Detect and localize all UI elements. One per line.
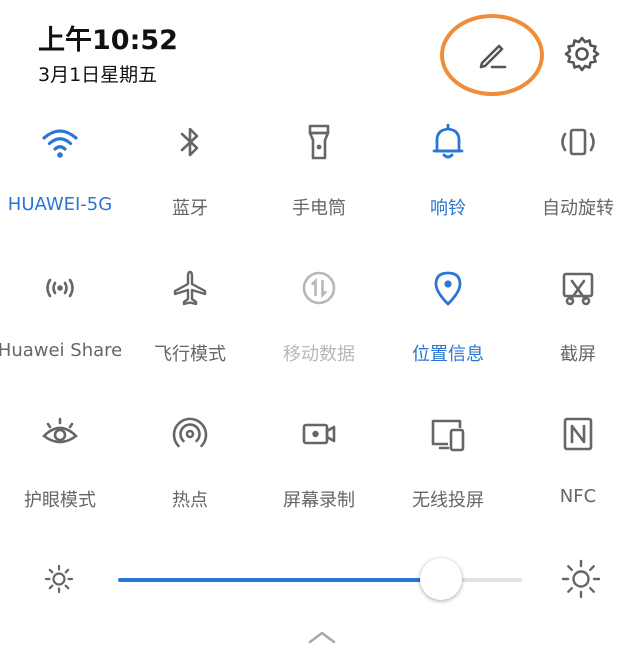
brightness-control [0,548,640,608]
toggle-label: 飞行模式 [154,344,226,365]
quick-settings-header: 上午10:52 3月1日星期五 [0,0,640,100]
brightness-low-icon [44,564,74,594]
toggle-label: 位置信息 [412,344,484,365]
brightness-high-icon [561,559,601,599]
toggle-auto-rotate[interactable]: 自动旋转 [514,118,640,238]
bell-icon [432,123,464,159]
brightness-slider[interactable] [118,558,522,600]
huawei-share-icon [46,278,74,298]
toggle-label: 截屏 [560,344,596,365]
screenshot-icon [562,272,594,306]
airplane-icon [173,270,207,306]
toggle-screenshot[interactable]: 截屏 [514,264,640,384]
toggle-label: NFC [559,486,597,507]
toggle-flashlight[interactable]: 手电筒 [255,118,383,238]
brightness-thumb[interactable] [420,558,463,600]
toggle-label: 蓝牙 [172,198,208,219]
auto-rotate-icon [561,128,595,156]
gear-icon [564,36,600,72]
toggle-label: 移动数据 [283,344,355,365]
toggle-location[interactable]: 位置信息 [384,264,512,384]
toggle-huawei-share[interactable]: Huawei Share [0,264,124,384]
toggle-mobile-data[interactable]: 移动数据 [255,264,383,384]
hotspot-icon [172,417,208,448]
toggle-label: 自动旋转 [542,198,614,219]
settings-button[interactable] [558,30,606,78]
toggle-wireless-projection[interactable]: 无线投屏 [384,410,512,530]
brightness-fill [118,578,442,582]
toggle-airplane[interactable]: 飞行模式 [126,264,254,384]
toggle-label: 手电筒 [292,198,346,219]
toggle-label: 屏幕录制 [283,490,355,511]
chevron-up-icon [308,631,336,644]
clock: 上午10:52 [38,25,178,56]
eye-comfort-icon [42,417,78,444]
toggle-label: 热点 [172,490,208,511]
screen-record-icon [302,423,336,445]
date-text: 3月1日星期五 [38,64,158,86]
mobile-data-icon [302,271,336,305]
toggle-label: 无线投屏 [412,490,484,511]
collapse-button[interactable] [302,622,342,652]
toggle-nfc[interactable]: NFC [514,410,640,530]
bluetooth-icon [180,127,199,157]
location-icon [434,271,462,306]
toggle-label: 响铃 [430,198,466,219]
toggle-eye-comfort[interactable]: 护眼模式 [0,410,124,530]
toggle-ring[interactable]: 响铃 [384,118,512,238]
toggle-screen-record[interactable]: 屏幕录制 [255,410,383,530]
toggle-wifi[interactable]: HUAWEI-5G [0,118,124,238]
edit-area [440,14,544,96]
wireless-projection-icon [431,419,465,452]
toggle-label: 护眼模式 [24,490,96,511]
toggle-hotspot[interactable]: 热点 [126,410,254,530]
flashlight-icon [308,124,330,160]
toggle-label: Huawei Share [0,340,123,361]
nfc-icon [563,417,593,451]
pencil-icon [479,44,507,69]
wifi-icon [42,129,78,158]
edit-button[interactable] [468,30,516,78]
toggle-bluetooth[interactable]: 蓝牙 [126,118,254,238]
toggle-label: HUAWEI-5G [7,194,113,215]
